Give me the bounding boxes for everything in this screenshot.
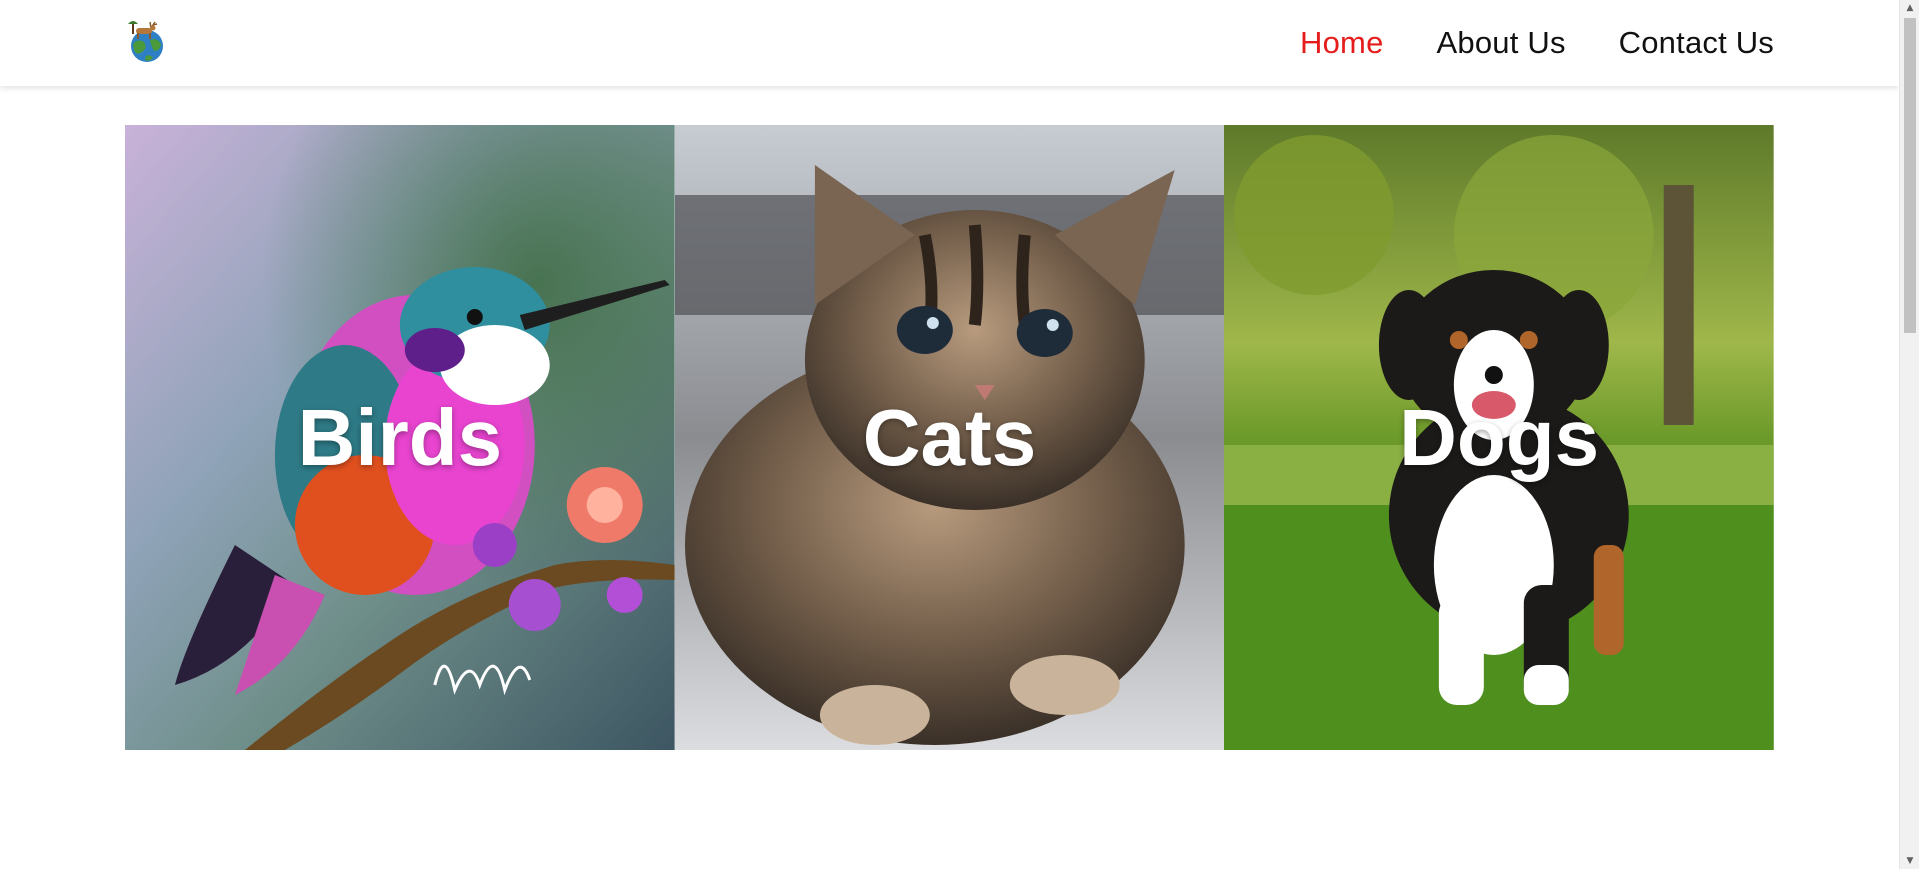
scroll-thumb[interactable] (1904, 18, 1916, 333)
scroll-down-arrow-icon[interactable]: ▼ (1900, 853, 1919, 869)
nav-about-us-link[interactable]: About Us (1437, 25, 1566, 61)
earth-deer-logo-icon[interactable] (124, 18, 170, 64)
nav-home-link[interactable]: Home (1300, 25, 1384, 61)
site-header: Home About Us Contact Us (0, 0, 1899, 86)
page: Home About Us Contact Us Birds Cats Dogs (0, 0, 1899, 869)
card-label-birds: Birds (297, 392, 503, 482)
category-gallery: Birds Cats Dogs (125, 125, 1774, 750)
page-scrollbar[interactable]: ▲ ▼ (1899, 0, 1919, 869)
main-nav: Home About Us Contact Us (1300, 0, 1774, 86)
nav-contact-us-link[interactable]: Contact Us (1619, 25, 1774, 61)
card-label-cats: Cats (862, 392, 1037, 482)
card-birds[interactable]: Birds (125, 125, 675, 750)
scroll-up-arrow-icon[interactable]: ▲ (1900, 0, 1919, 16)
card-dogs[interactable]: Dogs (1224, 125, 1774, 750)
card-label-dogs: Dogs (1399, 392, 1600, 482)
card-cats[interactable]: Cats (674, 125, 1225, 750)
